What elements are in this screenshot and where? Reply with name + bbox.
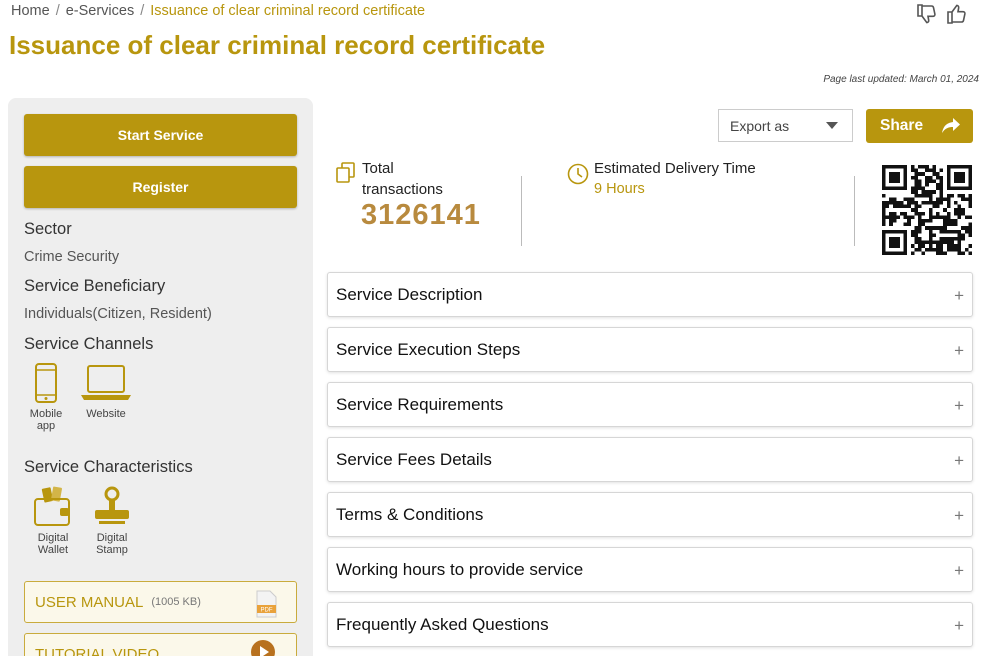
breadcrumb-separator: /	[140, 3, 145, 19]
characteristic-label: Digital	[96, 532, 128, 544]
export-dropdown[interactable]: Export as	[718, 109, 853, 142]
breadcrumb-e-services[interactable]: e-Services	[66, 3, 135, 19]
divider	[854, 176, 855, 246]
accordion-label: Working hours to provide service	[336, 560, 584, 579]
accordion-label: Terms & Conditions	[336, 505, 484, 524]
accordion-item[interactable]: Service Requirements +	[327, 382, 973, 427]
plus-icon: +	[954, 616, 964, 635]
transactions-label: Total transactions	[362, 158, 443, 200]
channel-label: Mobile	[29, 408, 63, 420]
channel-label: app	[36, 420, 56, 432]
play-icon	[251, 640, 275, 656]
channels-heading: Service Channels	[24, 335, 154, 353]
sector-heading: Sector	[24, 220, 72, 238]
clock-icon	[567, 163, 589, 185]
breadcrumb-separator: /	[55, 3, 60, 19]
transactions-label-line1: Total	[362, 160, 394, 177]
plus-icon: +	[954, 451, 964, 470]
pdf-icon-text: PDF	[261, 608, 273, 614]
breadcrumb-home[interactable]: Home	[11, 3, 50, 19]
accordion-label: Service Fees Details	[336, 450, 492, 469]
export-label: Export as	[730, 117, 790, 134]
laptop-icon	[81, 365, 131, 400]
accordion-item[interactable]: Service Fees Details +	[327, 437, 973, 482]
share-label: Share	[880, 117, 924, 134]
page-title: Issuance of clear criminal record certif…	[9, 30, 546, 60]
qr-code	[882, 165, 972, 255]
thumbs-down-icon[interactable]	[915, 2, 939, 26]
start-service-button[interactable]: Start Service	[24, 114, 297, 156]
characteristic-digital-wallet: Digital Wallet	[32, 486, 74, 556]
plus-icon: +	[954, 286, 964, 305]
channel-mobile-app: Mobile app	[24, 362, 68, 432]
accordion-label: Frequently Asked Questions	[336, 615, 549, 634]
breadcrumb: Home / e-Services / Issuance of clear crimin…	[11, 3, 425, 19]
accordion-item[interactable]: Service Description +	[327, 272, 973, 317]
accordion-label: Service Execution Steps	[336, 340, 521, 359]
pdf-file-icon: PDF	[256, 590, 277, 618]
last-updated: Page last updated: March 01, 2024	[823, 74, 979, 85]
transactions-icon	[336, 162, 355, 183]
accordion-label: Service Description	[336, 285, 483, 304]
breadcrumb-current: Issuance of clear criminal record certif…	[150, 3, 426, 19]
thumbs-up-icon[interactable]	[945, 2, 969, 26]
characteristic-label: Wallet	[37, 544, 69, 556]
channel-website: Website	[76, 362, 136, 420]
sector-value: Crime Security	[24, 249, 120, 265]
delivery-value: 9 Hours	[594, 181, 645, 197]
plus-icon: +	[954, 341, 964, 360]
beneficiary-heading: Service Beneficiary	[24, 277, 166, 295]
accordion-item[interactable]: Working hours to provide service +	[327, 547, 973, 592]
chevron-down-icon	[826, 122, 838, 129]
divider	[521, 176, 522, 246]
characteristic-digital-stamp: Digital Stamp	[90, 486, 134, 556]
accordion-item[interactable]: Service Execution Steps +	[327, 327, 973, 372]
plus-icon: +	[954, 396, 964, 415]
user-manual-button[interactable]: USER MANUAL (1005 KB) PDF	[24, 581, 297, 623]
user-manual-label: USER MANUAL	[35, 593, 144, 611]
characteristic-label: Stamp	[96, 544, 128, 556]
accordion-label: Service Requirements	[336, 395, 504, 414]
wallet-icon	[34, 486, 70, 526]
stamp-icon	[95, 486, 129, 524]
characteristics-heading: Service Characteristics	[24, 458, 193, 476]
mobile-phone-icon	[35, 363, 57, 403]
transactions-label-line2: transactions	[362, 181, 443, 198]
accordion-item[interactable]: Terms & Conditions +	[327, 492, 973, 537]
tutorial-video-button[interactable]: TUTORIAL VIDEO	[24, 633, 297, 656]
feedback-buttons	[915, 2, 969, 26]
plus-icon: +	[954, 561, 964, 580]
accordion-item[interactable]: Frequently Asked Questions +	[327, 602, 973, 647]
service-sidebar: Start Service Register Sector Crime Secu…	[8, 98, 313, 656]
register-button[interactable]: Register	[24, 166, 297, 208]
plus-icon: +	[954, 506, 964, 525]
characteristic-label: Digital	[37, 532, 69, 544]
share-button[interactable]: Share	[866, 109, 973, 143]
channel-label: Website	[86, 408, 126, 420]
delivery-label: Estimated Delivery Time	[594, 160, 756, 177]
tutorial-video-label: TUTORIAL VIDEO	[35, 645, 160, 656]
beneficiary-value: Individuals(Citizen, Resident)	[24, 306, 212, 322]
transactions-value: 3126141	[361, 199, 481, 231]
user-manual-size: (1005 KB)	[151, 596, 201, 608]
share-arrow-icon	[942, 118, 960, 133]
